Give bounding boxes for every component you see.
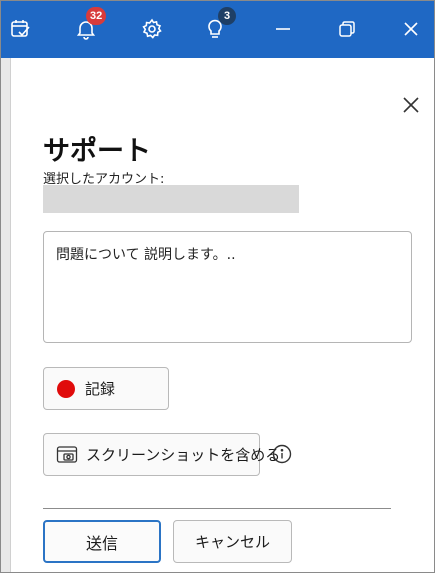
include-screenshot-label: スクリーンショットを含める	[86, 446, 281, 464]
record-button[interactable]: 記録	[43, 367, 169, 410]
info-icon[interactable]	[271, 443, 293, 465]
send-button[interactable]: 送信	[43, 520, 161, 563]
account-value	[43, 185, 299, 213]
gear-icon[interactable]	[136, 13, 168, 45]
cancel-label: キャンセル	[194, 533, 270, 551]
support-window: 32 3 サポート 選択したアカウント: 問題について 説明します。.. 記録 …	[0, 0, 435, 573]
tasks-icon[interactable]	[5, 13, 37, 45]
divider	[43, 508, 391, 509]
left-edge-strip	[1, 58, 11, 572]
description-placeholder: 問題について 説明します。..	[56, 247, 236, 263]
screenshot-icon	[56, 445, 78, 465]
include-screenshot-button[interactable]: スクリーンショットを含める	[43, 433, 280, 476]
notifications-badge: 32	[86, 7, 107, 25]
cancel-button[interactable]: キャンセル	[173, 520, 292, 563]
tips-badge: 3	[218, 7, 236, 25]
title-bar: 32 3	[1, 1, 434, 58]
close-icon[interactable]	[395, 13, 427, 45]
minimize-icon[interactable]	[267, 13, 299, 45]
panel-title: サポート	[43, 136, 151, 167]
record-dot-icon	[57, 379, 75, 398]
record-label: 記録	[85, 380, 116, 398]
panel-close-icon[interactable]	[399, 93, 423, 117]
description-input[interactable]: 問題について 説明します。..	[43, 231, 412, 343]
send-label: 送信	[85, 533, 118, 553]
restore-icon[interactable]	[331, 13, 363, 45]
